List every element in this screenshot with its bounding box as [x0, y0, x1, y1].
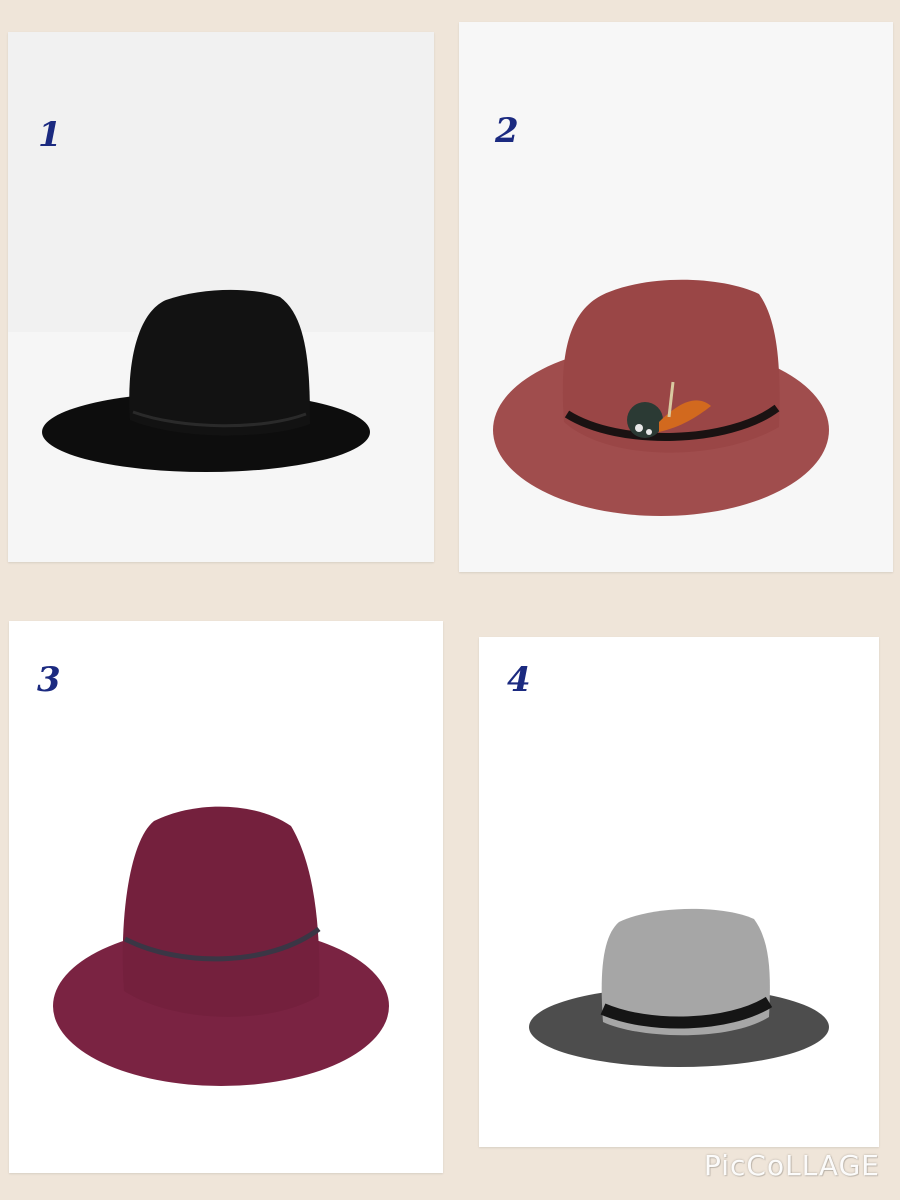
- photo-card-3: 3: [9, 621, 443, 1173]
- panel-number-4: 4: [507, 660, 531, 700]
- panel-number-2: 2: [495, 111, 519, 151]
- panel-number-3: 3: [37, 660, 61, 700]
- black-fedora-image: [8, 289, 434, 562]
- photo-card-2: 2: [459, 22, 893, 572]
- burgundy-fedora-image: [53, 806, 389, 1086]
- piccollage-watermark: PicCoLLAGE: [703, 1149, 880, 1182]
- photo-card-4: 4: [479, 637, 879, 1147]
- rust-fedora-image: [493, 279, 829, 516]
- photo-card-1: 1: [8, 32, 434, 562]
- panel-number-1: 1: [38, 115, 62, 155]
- grey-fedora-image: [529, 908, 829, 1067]
